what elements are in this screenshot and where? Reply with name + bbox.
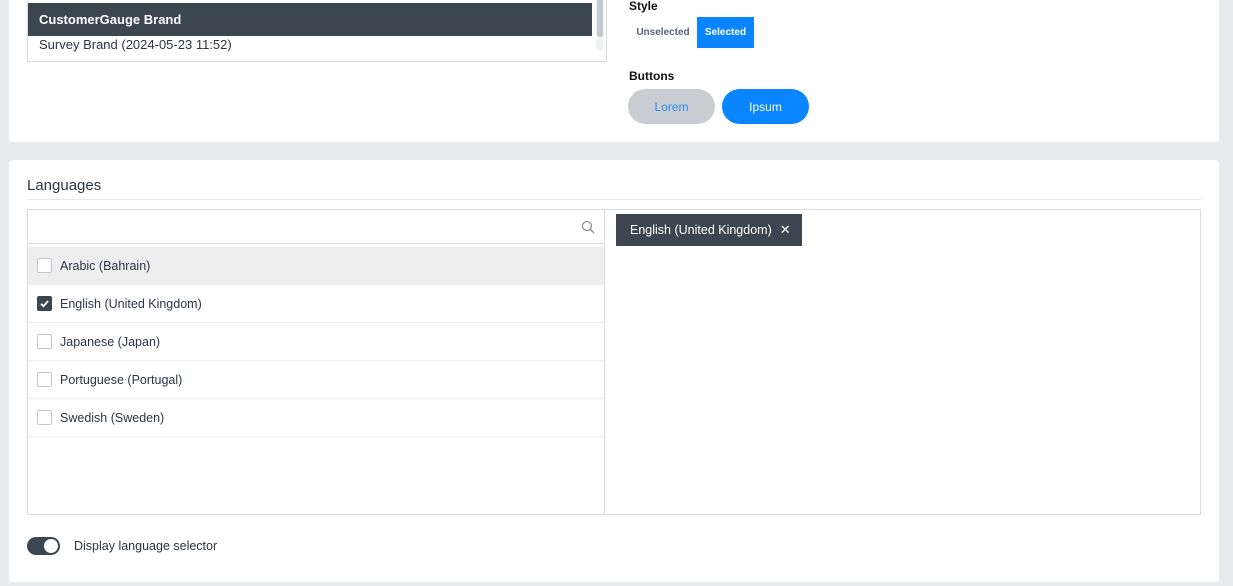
- scrollbar-thumb[interactable]: [597, 0, 603, 37]
- search-icon[interactable]: [581, 220, 595, 234]
- divider: [27, 199, 1201, 200]
- toggle-label: Display language selector: [74, 539, 218, 553]
- language-list: Arabic (Bahrain) English (United Kingdom…: [28, 247, 604, 437]
- language-option-arabic[interactable]: Arabic (Bahrain): [28, 247, 604, 285]
- language-option-english[interactable]: English (United Kingdom): [28, 285, 604, 323]
- checkbox[interactable]: [37, 372, 52, 387]
- selected-language-chip: English (United Kingdom) ✕: [616, 214, 802, 246]
- language-selector-toggle[interactable]: [27, 537, 60, 555]
- style-label: Style: [629, 0, 658, 13]
- language-search: [28, 210, 604, 244]
- checkbox[interactable]: [37, 258, 52, 273]
- checkbox-checked[interactable]: [37, 296, 52, 311]
- checkbox[interactable]: [37, 410, 52, 425]
- brand-item[interactable]: Survey Brand (2024-05-23 11:52): [28, 36, 606, 60]
- brand-item-selected[interactable]: CustomerGauge Brand: [28, 3, 592, 36]
- language-option-japanese[interactable]: Japanese (Japan): [28, 323, 604, 361]
- lorem-button[interactable]: Lorem: [628, 89, 715, 124]
- buttons-label: Buttons: [629, 69, 675, 83]
- ipsum-button[interactable]: Ipsum: [722, 89, 809, 124]
- language-selector-toggle-row: Display language selector: [27, 537, 217, 555]
- languages-card: Languages Arabic (Bahrain) English (Unit…: [9, 160, 1219, 582]
- language-option-label: Portuguese (Portugal): [60, 372, 183, 387]
- selected-languages-panel: English (United Kingdom) ✕: [606, 210, 1200, 514]
- style-segmented-control: Unselected Selected: [629, 17, 754, 48]
- language-option-label: English (United Kingdom): [60, 296, 202, 311]
- language-option-label: Swedish (Sweden): [60, 410, 165, 425]
- style-selected-option[interactable]: Selected: [697, 17, 754, 48]
- language-option-portuguese[interactable]: Portuguese (Portugal): [28, 361, 604, 399]
- language-picker: Arabic (Bahrain) English (United Kingdom…: [27, 209, 1201, 515]
- toggle-knob: [44, 539, 58, 553]
- language-search-input[interactable]: [28, 210, 604, 243]
- brand-list-scrollbar[interactable]: [596, 0, 604, 51]
- language-option-swedish[interactable]: Swedish (Sweden): [28, 399, 604, 437]
- language-option-label: Japanese (Japan): [60, 334, 161, 349]
- languages-title: Languages: [27, 177, 102, 194]
- branding-card: CustomerGauge Brand Survey Brand (2024-0…: [9, 0, 1219, 142]
- brand-list: CustomerGauge Brand Survey Brand (2024-0…: [27, 0, 607, 62]
- chip-label: English (United Kingdom): [630, 223, 772, 237]
- checkbox[interactable]: [37, 334, 52, 349]
- check-icon: [40, 300, 49, 308]
- language-options-panel: Arabic (Bahrain) English (United Kingdom…: [28, 210, 605, 514]
- language-option-label: Arabic (Bahrain): [60, 258, 151, 273]
- close-icon[interactable]: ✕: [780, 222, 791, 238]
- style-unselected-option[interactable]: Unselected: [629, 17, 697, 48]
